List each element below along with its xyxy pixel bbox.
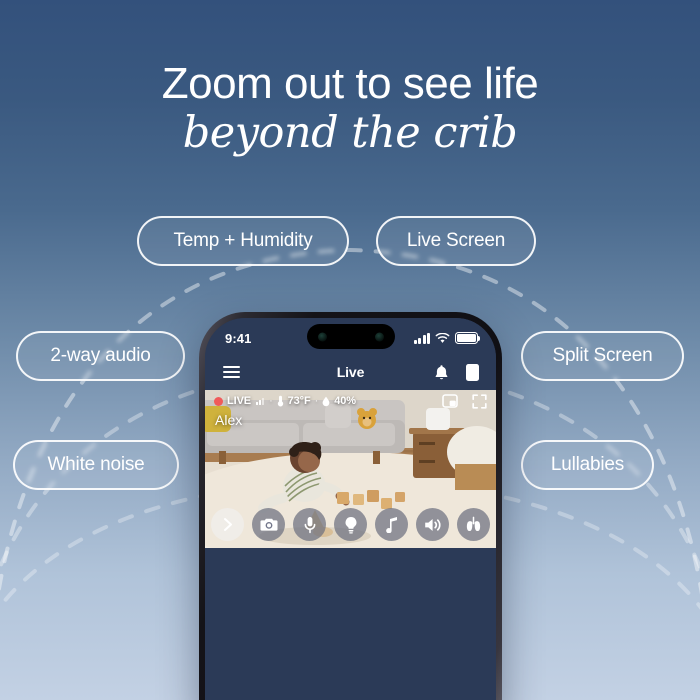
battery-icon: [455, 332, 481, 344]
feature-pill-label: Temp + Humidity: [173, 230, 313, 251]
app-nav-bar: Live: [205, 354, 496, 390]
single-screen-icon[interactable]: [466, 363, 479, 381]
camera-icon[interactable]: [252, 508, 285, 541]
separator: ·: [269, 395, 273, 407]
camera-feed-alex[interactable]: LIVE · 73°F · 40% Alex: [205, 390, 496, 548]
status-bar-indicators: [413, 332, 481, 344]
camera-name-alex: Alex: [215, 412, 243, 428]
status-bar-time: 9:41: [225, 330, 252, 346]
feature-pill-label: Live Screen: [406, 230, 506, 251]
feature-pill-two-way-audio[interactable]: 2-way audio: [16, 331, 185, 381]
nav-bar-actions: [434, 363, 479, 381]
hamburger-menu-icon[interactable]: [223, 365, 240, 379]
feature-pill-lullabies[interactable]: Lullabies: [521, 440, 654, 490]
feature-pill-temp-humidity[interactable]: Temp + Humidity: [137, 216, 349, 266]
feature-pill-label: Lullabies: [550, 454, 625, 475]
separator: ·: [314, 395, 319, 407]
phone-screen: 9:41 Live LIVE · 73°F · 40% Alex: [205, 318, 496, 700]
music-note-icon[interactable]: [375, 508, 408, 541]
status-bar: 9:41: [205, 318, 496, 354]
front-camera-lens-icon: [317, 332, 327, 341]
bell-icon[interactable]: [434, 364, 449, 381]
humidity-droplet-icon: [322, 396, 330, 407]
signal-bars-icon: [256, 397, 265, 405]
chevron-right-icon[interactable]: [211, 508, 244, 541]
signal-bars-icon: [413, 332, 430, 344]
camera-control-bar: [205, 508, 496, 541]
camera-view-actions-alex: [442, 393, 487, 409]
feature-pill-split-screen[interactable]: Split Screen: [521, 331, 684, 381]
thermometer-icon: [277, 395, 284, 407]
microphone-icon[interactable]: [293, 508, 326, 541]
phone-mockup: 9:41 Live LIVE · 73°F · 40% Alex: [199, 312, 502, 700]
feature-pill-live-screen[interactable]: Live Screen: [376, 216, 536, 266]
live-indicator-dot: [214, 396, 223, 406]
feature-pill-label: White noise: [47, 454, 145, 475]
feature-pill-label: 2-way audio: [50, 345, 151, 366]
picture-in-picture-icon[interactable]: [442, 394, 458, 408]
fullscreen-icon[interactable]: [472, 393, 487, 409]
dynamic-island: [306, 324, 395, 349]
face-id-sensor-icon: [374, 332, 384, 341]
feature-pill-white-noise[interactable]: White noise: [13, 440, 179, 490]
live-label: LIVE: [227, 395, 252, 407]
speaker-icon[interactable]: [416, 508, 449, 541]
feature-pill-label: Split Screen: [552, 345, 653, 366]
camera-status-bar-alex: LIVE · 73°F · 40%: [205, 390, 496, 412]
lungs-icon[interactable]: [457, 508, 490, 541]
temperature-value: 73°F: [287, 395, 311, 407]
humidity-value: 40%: [334, 395, 356, 407]
nav-bar-title: Live: [336, 364, 365, 380]
wifi-icon: [435, 332, 450, 344]
lightbulb-icon[interactable]: [334, 508, 367, 541]
